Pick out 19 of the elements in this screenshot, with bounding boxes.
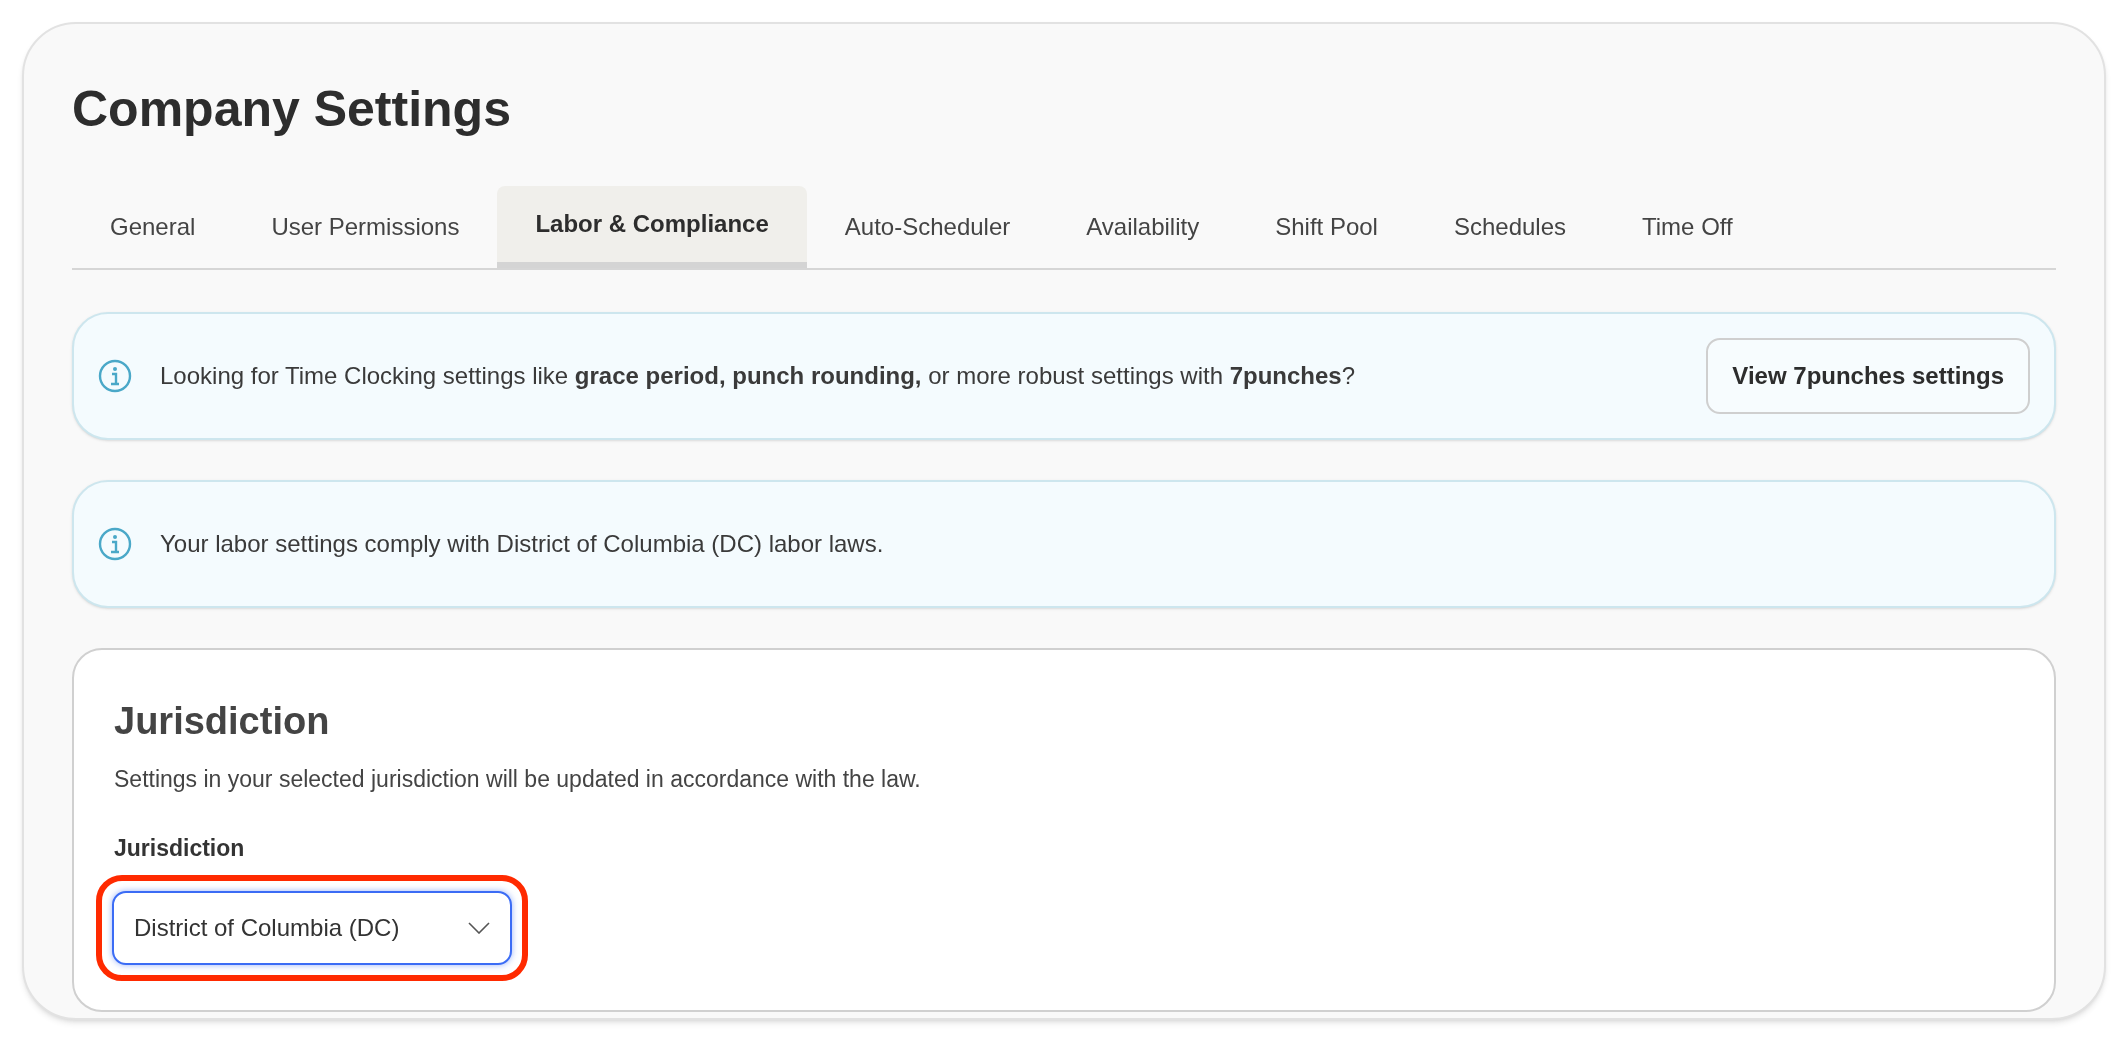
- tab[interactable]: User Permissions: [233, 186, 498, 268]
- field-label: Jurisdiction: [114, 833, 245, 863]
- section-description: Settings in your selected jurisdiction will be updated in accordance with the law.: [114, 765, 921, 794]
- view-settings-button[interactable]: View 7punches settings: [1706, 338, 2030, 414]
- tab[interactable]: Shift Pool: [1237, 186, 1416, 268]
- tab[interactable]: Labor & Compliance: [497, 186, 807, 268]
- banner-text: Your labor settings comply with District of Columbia (DC) labor laws.: [160, 529, 884, 559]
- tab[interactable]: General: [72, 186, 234, 268]
- tab[interactable]: Availability: [1048, 186, 1238, 268]
- tab[interactable]: Time Off: [1604, 186, 1771, 268]
- section-heading: Jurisdiction: [114, 702, 330, 740]
- tab[interactable]: Schedules: [1415, 186, 1604, 268]
- tab[interactable]: Auto-Scheduler: [806, 186, 1049, 268]
- jurisdiction-select[interactable]: District of Columbia (DC): [112, 891, 512, 965]
- banner-text: Looking for Time Clocking settings like grace period, punch rounding, or more robust settings with 7punches?: [160, 361, 1356, 391]
- info-icon: [98, 359, 132, 393]
- page-title: Company Settings: [72, 84, 511, 134]
- info-icon: [98, 527, 132, 561]
- chevron-down-icon: [468, 922, 490, 934]
